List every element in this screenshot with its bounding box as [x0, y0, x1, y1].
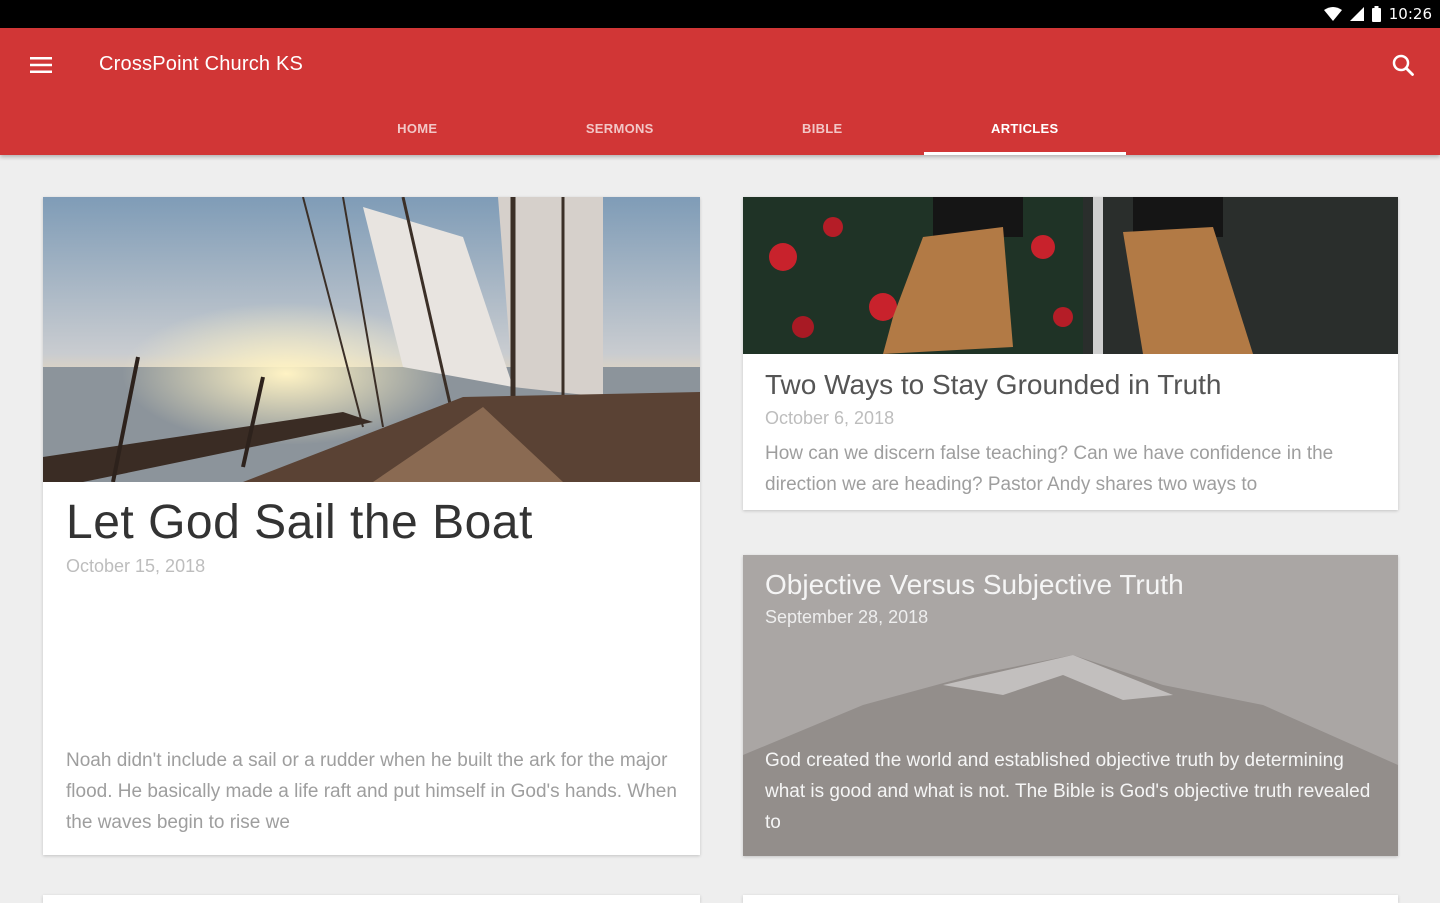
sailboat-image — [43, 197, 700, 482]
hamburger-menu-icon — [30, 57, 52, 73]
clock: 10:26 — [1388, 5, 1432, 23]
article-excerpt: God created the world and established ob… — [765, 750, 1371, 833]
article-title: Let God Sail the Boat — [66, 496, 533, 549]
article-excerpt: Noah didn't include a sail or a rudder w… — [66, 750, 677, 833]
boots-image — [743, 197, 1398, 354]
search-icon — [1392, 54, 1414, 76]
tab-bar: HOME SERMONS BIBLE ARTICLES — [316, 102, 1126, 155]
status-bar: 10:26 — [0, 0, 1440, 28]
tab-articles[interactable]: ARTICLES — [923, 102, 1127, 155]
article-date: October 6, 2018 — [765, 408, 895, 428]
wifi-icon — [1323, 7, 1342, 21]
article-date: October 15, 2018 — [66, 556, 206, 576]
search-button[interactable] — [1382, 44, 1424, 86]
app-title: CrossPoint Church KS — [99, 53, 304, 75]
article-card-sail[interactable]: Let God Sail the Boat October 15, 2018 N… — [43, 197, 700, 855]
app-bar: CrossPoint Church KS HOME SERMONS BIBLE … — [0, 28, 1440, 155]
article-title: Two Ways to Stay Grounded in Truth — [765, 369, 1222, 400]
article-title: Objective Versus Subjective Truth — [765, 569, 1184, 600]
tab-sermons[interactable]: SERMONS — [519, 102, 722, 155]
next-card-peek — [743, 895, 1398, 903]
signal-icon — [1349, 7, 1364, 21]
article-date: September 28, 2018 — [765, 607, 929, 627]
status-icons: 10:26 — [1323, 5, 1432, 23]
article-card-objective[interactable]: Objective Versus Subjective Truth Septem… — [743, 555, 1398, 856]
next-card-peek — [43, 895, 700, 903]
article-excerpt: How can we discern false teaching? Can w… — [765, 443, 1334, 495]
tab-bible[interactable]: BIBLE — [721, 102, 924, 155]
tab-home[interactable]: HOME — [316, 102, 519, 155]
battery-icon — [1371, 6, 1381, 22]
menu-button[interactable] — [20, 44, 62, 86]
article-card-grounded[interactable]: Two Ways to Stay Grounded in Truth Octob… — [743, 197, 1398, 510]
